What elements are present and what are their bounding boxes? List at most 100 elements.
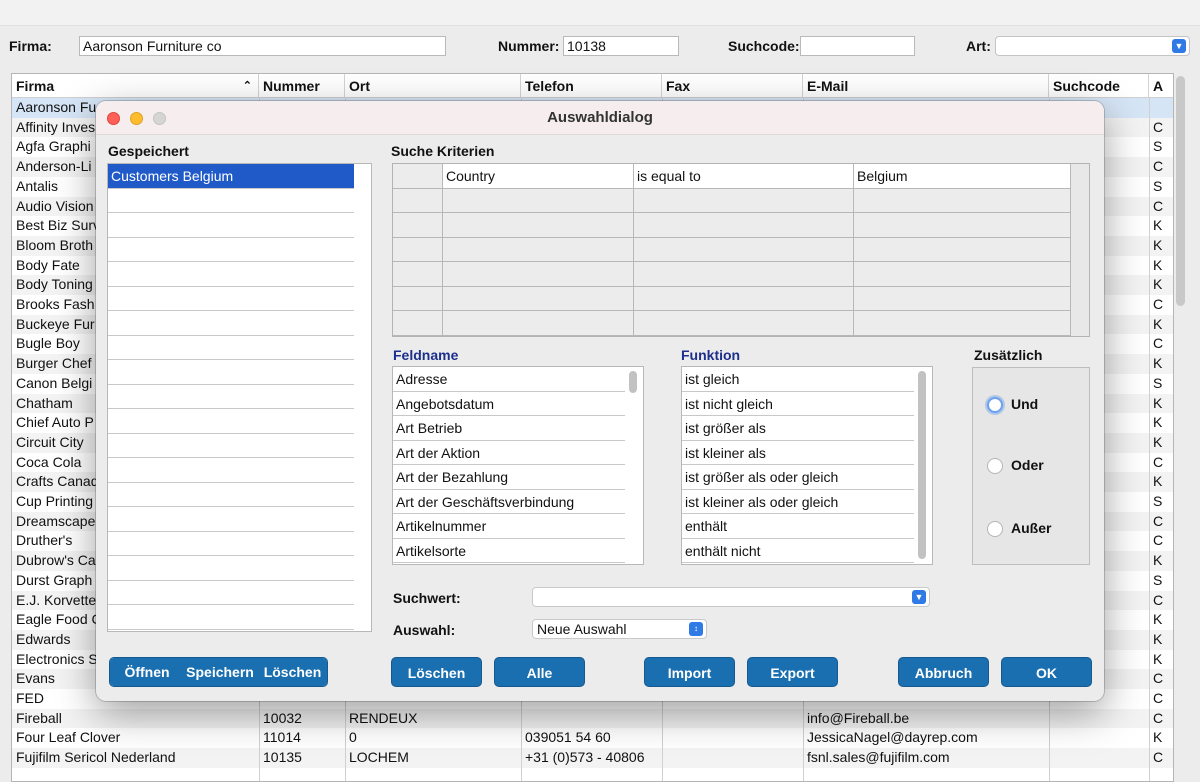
table-cell-art: K: [1153, 256, 1163, 273]
feldname-item[interactable]: Art der Geschäftsverbindung: [393, 490, 625, 514]
alle-button[interactable]: Alle: [494, 657, 585, 687]
ok-button[interactable]: OK: [1001, 657, 1092, 687]
column-header-ort[interactable]: Ort: [345, 74, 521, 98]
list-scrollbar-thumb[interactable]: [918, 371, 926, 559]
criteria-cell[interactable]: [443, 213, 634, 238]
criteria-cell[interactable]: [443, 188, 634, 213]
empty-list-row: [108, 409, 354, 434]
table-row[interactable]: Fujifilm Sericol Nederland 10135 LOCHEM +31…: [12, 748, 1173, 768]
abbruch-button[interactable]: Abbruch: [898, 657, 989, 687]
feldname-item[interactable]: Artikelsorte: [393, 539, 625, 563]
criteria-cell[interactable]: [854, 311, 1071, 336]
funktion-item[interactable]: ist nicht gleich: [682, 392, 914, 416]
column-header-fax[interactable]: Fax: [662, 74, 803, 98]
criteria-cell[interactable]: [634, 311, 854, 336]
funktion-label: Funktion: [681, 347, 741, 363]
table-cell-art: K: [1153, 414, 1163, 431]
funktion-item[interactable]: ist kleiner als oder gleich: [682, 490, 914, 514]
column-header-email[interactable]: E-Mail: [803, 74, 1049, 98]
criteria-cell[interactable]: [443, 237, 634, 262]
criteria-cell[interactable]: [634, 188, 854, 213]
feldname-item[interactable]: Art Betrieb: [393, 416, 625, 441]
column-header-art[interactable]: A: [1149, 74, 1173, 98]
criteria-cell[interactable]: [393, 286, 443, 311]
table-row[interactable]: Fireball 10032 RENDEUX info@Fireball.be C: [12, 708, 1173, 729]
table-cell-art: K: [1153, 611, 1163, 628]
dialog-title: Auswahldialog: [547, 109, 653, 126]
funktion-item[interactable]: enthält: [682, 514, 914, 539]
criteria-cell[interactable]: [634, 213, 854, 238]
criteria-cell[interactable]: [634, 262, 854, 287]
funktion-item[interactable]: ist gleich: [682, 367, 914, 392]
feldname-list[interactable]: Adresse Angebotsdatum Art Betrieb Art der A…: [392, 366, 644, 565]
empty-list-row: [108, 311, 354, 336]
table-cell-firma: Fireball: [16, 709, 62, 726]
criteria-cell[interactable]: [854, 286, 1071, 311]
criteria-cell-value[interactable]: Belgium: [854, 164, 1071, 189]
criteria-cell[interactable]: [443, 262, 634, 287]
criteria-cell[interactable]: [393, 237, 443, 262]
criteria-cell[interactable]: [443, 311, 634, 336]
criteria-cell[interactable]: [854, 188, 1071, 213]
saved-list-item[interactable]: Customers Belgium: [108, 164, 354, 189]
column-header-nummer[interactable]: Nummer: [259, 74, 345, 98]
funktion-item[interactable]: ist kleiner als: [682, 441, 914, 465]
criteria-cell[interactable]: [854, 262, 1071, 287]
criteria-cell[interactable]: [393, 188, 443, 213]
funktion-item[interactable]: enthält nicht: [682, 539, 914, 563]
radio-ausser[interactable]: [987, 521, 1003, 537]
criteria-cell[interactable]: [443, 286, 634, 311]
criteria-cell[interactable]: [393, 213, 443, 238]
feldname-item[interactable]: Art der Aktion: [393, 441, 625, 465]
criteria-cell[interactable]: [854, 237, 1071, 262]
feldname-item[interactable]: Artikelnummer: [393, 514, 625, 539]
import-button[interactable]: Import: [644, 657, 735, 687]
table-cell-art: C: [1153, 335, 1164, 352]
criteria-cell[interactable]: [854, 213, 1071, 238]
auswahl-select[interactable]: Neue Auswahl ↕: [532, 619, 707, 639]
criteria-cell[interactable]: [393, 311, 443, 336]
funktion-item[interactable]: ist größer als: [682, 416, 914, 441]
art-select[interactable]: ▼: [995, 36, 1190, 56]
speichern-button[interactable]: Speichern: [184, 658, 256, 686]
column-header-telefon[interactable]: Telefon: [521, 74, 662, 98]
feldname-item[interactable]: Adresse: [393, 367, 625, 392]
auswahl-dialog: Auswahldialog Gespeichert Customers Belg…: [96, 101, 1104, 701]
table-cell-art: K: [1153, 650, 1163, 667]
criteria-cell[interactable]: [393, 262, 443, 287]
chevron-down-icon: ▼: [912, 590, 926, 604]
oeffnen-button[interactable]: Öffnen: [110, 658, 184, 686]
criteria-cell[interactable]: [634, 237, 854, 262]
radio-oder[interactable]: [987, 458, 1003, 474]
feldname-label: Feldname: [393, 347, 459, 363]
criteria-cell-operator[interactable]: is equal to: [634, 164, 854, 189]
window-top-strip: [0, 0, 1200, 26]
empty-list-row: [108, 556, 354, 581]
table-row[interactable]: Four Leaf Clover 11014 0 039051 54 60 Jessic…: [12, 728, 1173, 748]
saved-selections-list[interactable]: Customers Belgium: [107, 163, 372, 632]
funktion-list[interactable]: ist gleich ist nicht gleich ist größer als…: [681, 366, 933, 565]
criteria-table[interactable]: Country is equal to Belgium: [392, 163, 1090, 337]
criteria-cell[interactable]: [634, 286, 854, 311]
table-scrollbar[interactable]: [1176, 76, 1185, 306]
radio-und[interactable]: [987, 397, 1003, 413]
table-header: Firma ⌃ Nummer Ort Telefon Fax E-Mail Su…: [12, 74, 1173, 98]
loeschen-saved-button[interactable]: Löschen: [256, 658, 327, 686]
suchwert-combo[interactable]: ▼: [532, 587, 930, 607]
list-scrollbar-thumb[interactable]: [629, 371, 637, 393]
criteria-cell[interactable]: [393, 164, 443, 189]
empty-list-row: [108, 581, 354, 605]
firma-field[interactable]: Aaronson Furniture co: [79, 36, 446, 56]
funktion-item[interactable]: ist größer als oder gleich: [682, 465, 914, 490]
nummer-field[interactable]: 10138: [563, 36, 679, 56]
column-header-firma[interactable]: Firma ⌃: [12, 74, 259, 98]
loeschen-button[interactable]: Löschen: [391, 657, 482, 687]
feldname-item[interactable]: Art der Bezahlung: [393, 465, 625, 490]
criteria-cell-field[interactable]: Country: [443, 164, 634, 189]
column-header-suchcode[interactable]: Suchcode: [1049, 74, 1149, 98]
export-button[interactable]: Export: [747, 657, 838, 687]
suchcode-field[interactable]: [800, 36, 915, 56]
table-cell-art: K: [1153, 236, 1163, 253]
empty-list-row: [108, 385, 354, 409]
feldname-item[interactable]: Angebotsdatum: [393, 392, 625, 416]
